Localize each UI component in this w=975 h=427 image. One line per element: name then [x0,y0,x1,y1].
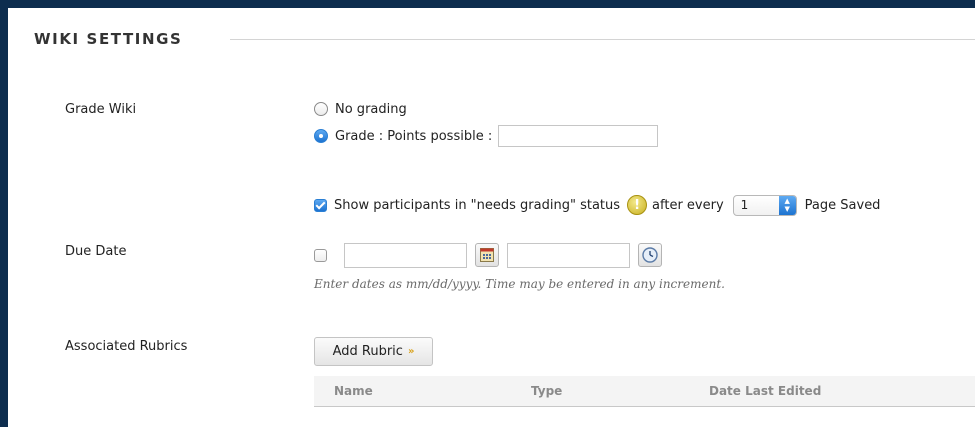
needs-grading-checkbox[interactable] [314,198,327,212]
select-arrows-icon: ▲ ▼ [778,195,796,215]
points-possible-input[interactable] [498,125,659,147]
no-grading-label: No grading [335,101,407,117]
grade-wiki-label: Grade Wiki [65,102,137,117]
wiki-settings-panel: WIKI SETTINGS Grade Wiki No grading Grad… [8,8,975,427]
section-divider [230,39,975,40]
needs-grading-label: Show participants in "needs grading" sta… [334,197,621,213]
no-grading-option[interactable]: No grading [314,100,407,118]
grade-points-label: Grade : Points possible : [335,128,493,144]
date-format-hint: Enter dates as mm/dd/yyyy. Time may be e… [314,277,725,291]
add-rubric-button[interactable]: Add Rubric » [314,337,433,366]
add-rubric-label: Add Rubric [332,344,403,359]
grade-points-option[interactable]: Grade : Points possible : [314,125,659,147]
page-count-select[interactable]: 1 ▲ ▼ [732,194,797,216]
page-saved-label: Page Saved [804,197,881,213]
no-grading-radio[interactable] [314,102,328,116]
rubrics-table-header: Name Type Date Last Edited [314,376,975,407]
date-picker-button[interactable] [475,243,499,267]
page-count-value: 1 [740,198,749,212]
column-header-type: Type [531,384,563,398]
double-chevron-down-icon: » [407,346,415,357]
due-time-input[interactable] [507,242,630,268]
due-date-checkbox[interactable] [314,248,327,262]
calendar-icon [480,248,494,262]
clock-icon [642,247,658,263]
time-picker-button[interactable] [638,243,662,267]
due-date-row [314,242,662,268]
due-date-input[interactable] [344,242,467,268]
after-every-label: after every [652,197,724,213]
section-title: WIKI SETTINGS [34,30,183,48]
needs-grading-row: Show participants in "needs grading" sta… [314,194,880,216]
associated-rubrics-label: Associated Rubrics [65,339,188,354]
column-header-date-last-edited: Date Last Edited [709,384,822,398]
due-date-label: Due Date [65,244,127,259]
warning-icon: ! [627,195,648,215]
grade-points-radio[interactable] [314,129,328,143]
column-header-name: Name [334,384,373,398]
